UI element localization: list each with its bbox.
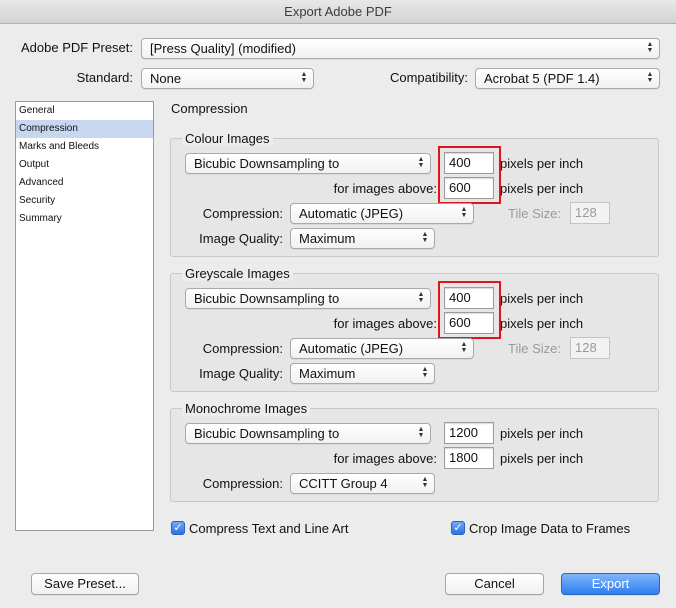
grey-above-unit: pixels per inch	[500, 316, 584, 331]
colour-ppi-unit: pixels per inch	[500, 156, 584, 171]
compress-text-label: Compress Text and Line Art	[189, 521, 349, 536]
grey-compression-value: Automatic (JPEG)	[299, 341, 404, 356]
compatibility-select[interactable]: Acrobat 5 (PDF 1.4) ▲ ▼	[475, 68, 660, 89]
colour-downsampling-value: Bicubic Downsampling to	[194, 156, 340, 171]
updown-arrows-icon: ▲ ▼	[417, 156, 425, 169]
colour-above-label: for images above:	[333, 181, 437, 196]
grey-downsampling-select[interactable]: Bicubic Downsampling to ▲ ▼	[185, 288, 431, 309]
updown-arrows-icon: ▲ ▼	[417, 426, 425, 439]
mono-compression-select[interactable]: CCITT Group 4 ▲ ▼	[290, 473, 435, 494]
updown-arrows-icon: ▲ ▼	[417, 291, 425, 304]
mono-ppi-input[interactable]: 1200	[444, 422, 494, 444]
checkmark-icon: ✓	[453, 522, 463, 534]
updown-arrows-icon: ▲ ▼	[421, 366, 429, 379]
mono-above-input[interactable]: 1800	[444, 447, 494, 469]
sidebar: General Compression Marks and Bleeds Out…	[15, 101, 154, 531]
standard-label: Standard:	[76, 70, 133, 85]
updown-arrows-icon: ▲ ▼	[646, 41, 654, 54]
updown-arrows-icon: ▲ ▼	[460, 341, 468, 354]
sidebar-item-compression[interactable]: Compression	[16, 120, 153, 138]
colour-tile-label: Tile Size:	[508, 206, 561, 221]
mono-ppi-unit: pixels per inch	[500, 426, 584, 441]
sidebar-item-security[interactable]: Security	[16, 192, 153, 210]
grey-tile-input[interactable]: 128	[570, 337, 610, 359]
mono-compression-value: CCITT Group 4	[299, 476, 388, 491]
sidebar-item-marks-and-bleeds[interactable]: Marks and Bleeds	[16, 138, 153, 156]
grey-ppi-unit: pixels per inch	[500, 291, 584, 306]
monochrome-images-title: Monochrome Images	[182, 401, 311, 416]
updown-arrows-icon: ▲ ▼	[460, 206, 468, 219]
checkmark-icon: ✓	[173, 522, 183, 534]
crop-image-checkbox[interactable]: ✓	[451, 521, 465, 535]
window-title: Export Adobe PDF	[0, 0, 676, 24]
colour-quality-select[interactable]: Maximum ▲ ▼	[290, 228, 435, 249]
sidebar-item-output[interactable]: Output	[16, 156, 153, 174]
compatibility-label: Compatibility:	[389, 70, 468, 85]
mono-downsampling-value: Bicubic Downsampling to	[194, 426, 340, 441]
save-preset-button[interactable]: Save Preset...	[31, 573, 139, 595]
colour-quality-value: Maximum	[299, 231, 356, 246]
colour-compression-value: Automatic (JPEG)	[299, 206, 404, 221]
preset-select[interactable]: [Press Quality] (modified) ▲ ▼	[141, 38, 660, 59]
colour-compression-select[interactable]: Automatic (JPEG) ▲ ▼	[290, 203, 474, 224]
grey-quality-select[interactable]: Maximum ▲ ▼	[290, 363, 435, 384]
colour-quality-label: Image Quality:	[199, 231, 283, 246]
sidebar-item-advanced[interactable]: Advanced	[16, 174, 153, 192]
sidebar-item-general[interactable]: General	[16, 102, 153, 120]
greyscale-images-title: Greyscale Images	[182, 266, 293, 281]
colour-tile-input[interactable]: 128	[570, 202, 610, 224]
mono-above-unit: pixels per inch	[500, 451, 584, 466]
grey-compression-select[interactable]: Automatic (JPEG) ▲ ▼	[290, 338, 474, 359]
grey-downsampling-value: Bicubic Downsampling to	[194, 291, 340, 306]
updown-arrows-icon: ▲ ▼	[300, 71, 308, 84]
mono-compression-label: Compression:	[202, 476, 283, 491]
export-button[interactable]: Export	[561, 573, 660, 595]
colour-above-unit: pixels per inch	[500, 181, 584, 196]
mono-downsampling-select[interactable]: Bicubic Downsampling to ▲ ▼	[185, 423, 431, 444]
grey-above-label: for images above:	[333, 316, 437, 331]
preset-label: Adobe PDF Preset:	[21, 40, 133, 55]
updown-arrows-icon: ▲ ▼	[421, 231, 429, 244]
updown-arrows-icon: ▲ ▼	[421, 476, 429, 489]
grey-tile-label: Tile Size:	[508, 341, 561, 356]
compatibility-value: Acrobat 5 (PDF 1.4)	[484, 71, 600, 86]
grey-quality-label: Image Quality:	[199, 366, 283, 381]
colour-compression-label: Compression:	[202, 206, 283, 221]
highlight-box	[438, 281, 501, 339]
section-title: Compression	[171, 101, 248, 116]
updown-arrows-icon: ▲ ▼	[646, 71, 654, 84]
standard-value: None	[150, 71, 182, 86]
crop-image-label: Crop Image Data to Frames	[469, 521, 631, 536]
standard-select[interactable]: None ▲ ▼	[141, 68, 314, 89]
highlight-box	[438, 146, 501, 204]
cancel-button[interactable]: Cancel	[445, 573, 544, 595]
mono-above-label: for images above:	[333, 451, 437, 466]
grey-quality-value: Maximum	[299, 366, 356, 381]
preset-value: [Press Quality] (modified)	[150, 41, 296, 56]
colour-downsampling-select[interactable]: Bicubic Downsampling to ▲ ▼	[185, 153, 431, 174]
compress-text-checkbox[interactable]: ✓	[171, 521, 185, 535]
sidebar-item-summary[interactable]: Summary	[16, 210, 153, 228]
colour-images-title: Colour Images	[182, 131, 273, 146]
grey-compression-label: Compression:	[202, 341, 283, 356]
